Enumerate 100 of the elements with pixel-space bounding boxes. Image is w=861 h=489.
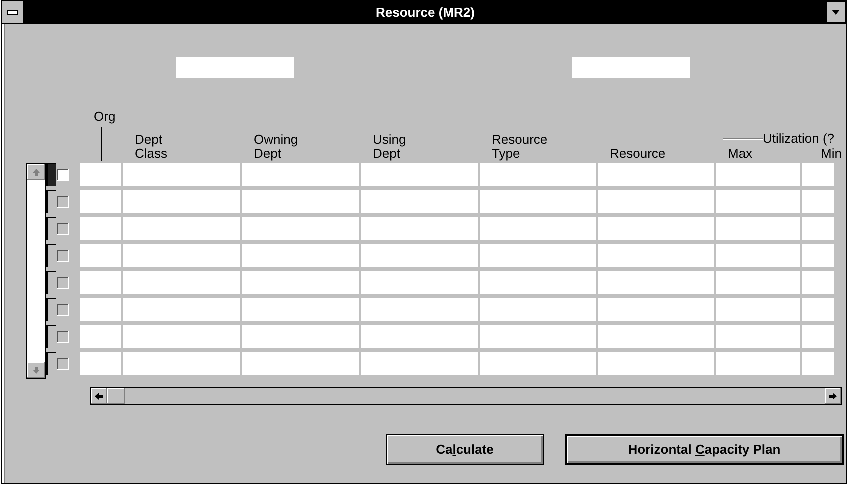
checkbox[interactable] <box>57 304 69 316</box>
table-cell[interactable] <box>361 217 478 240</box>
table-cell[interactable] <box>802 271 834 294</box>
scroll-down-button[interactable] <box>27 362 45 378</box>
table-cell[interactable] <box>123 190 240 213</box>
table-cell[interactable] <box>123 325 240 348</box>
table-cell[interactable] <box>598 298 714 321</box>
table-cell[interactable] <box>802 325 834 348</box>
table-cell[interactable] <box>123 298 240 321</box>
checkbox[interactable] <box>57 222 69 234</box>
table-cell[interactable] <box>80 352 121 375</box>
table-cell[interactable] <box>361 271 478 294</box>
table-cell[interactable] <box>716 190 800 213</box>
column-heading: Class <box>135 146 168 161</box>
window-title: Resource (MR2) <box>375 4 476 20</box>
table-cell[interactable] <box>598 190 714 213</box>
table-cell[interactable] <box>123 244 240 267</box>
table-cell[interactable] <box>598 325 714 348</box>
column-heading: Resource <box>610 146 666 161</box>
table-cell[interactable] <box>242 217 359 240</box>
scroll-thumb[interactable] <box>107 388 125 404</box>
table-cell[interactable] <box>480 271 596 294</box>
table-cell[interactable] <box>123 217 240 240</box>
table-cell[interactable] <box>802 217 834 240</box>
checkbox[interactable] <box>57 276 69 288</box>
horizontal-scrollbar[interactable] <box>90 387 842 405</box>
column-heading: Min <box>821 146 842 161</box>
table-cell[interactable] <box>80 325 121 348</box>
table-cell[interactable] <box>598 163 714 186</box>
column-heading: Org <box>94 109 116 124</box>
table-cell[interactable] <box>361 244 478 267</box>
table-cell[interactable] <box>598 271 714 294</box>
table-cell[interactable] <box>242 190 359 213</box>
checkbox[interactable] <box>57 168 69 180</box>
table-cell[interactable] <box>802 352 834 375</box>
column-heading: Type <box>492 146 520 161</box>
table-cell[interactable] <box>480 190 596 213</box>
table-cell[interactable] <box>480 217 596 240</box>
vertical-scrollbar[interactable] <box>26 163 46 379</box>
table-cell[interactable] <box>361 190 478 213</box>
table-cell[interactable] <box>80 163 121 186</box>
table-cell[interactable] <box>716 163 800 186</box>
action-button[interactable]: Horizontal Capacity Plan <box>565 434 844 465</box>
action-button[interactable]: Calculate <box>386 434 544 465</box>
table-cell[interactable] <box>802 298 834 321</box>
table-cell[interactable] <box>242 298 359 321</box>
table-cell[interactable] <box>123 163 240 186</box>
scroll-left-button[interactable] <box>91 388 107 404</box>
table-cell[interactable] <box>242 352 359 375</box>
input-field[interactable] <box>572 57 690 78</box>
table-cell[interactable] <box>361 298 478 321</box>
table-cell[interactable] <box>361 325 478 348</box>
window-menu-button[interactable] <box>827 2 845 22</box>
table-cell[interactable] <box>598 217 714 240</box>
table-cell[interactable] <box>480 298 596 321</box>
table-cell[interactable] <box>480 325 596 348</box>
table-cell[interactable] <box>80 244 121 267</box>
column-heading: Using <box>373 132 406 147</box>
left-arrow-icon <box>95 392 103 400</box>
table-cell[interactable] <box>716 217 800 240</box>
table-cell[interactable] <box>480 352 596 375</box>
column-heading: Owning <box>254 132 298 147</box>
table-cell[interactable] <box>361 352 478 375</box>
caret-icon <box>832 10 840 14</box>
table-cell[interactable] <box>361 163 478 186</box>
scroll-up-button[interactable] <box>27 164 45 180</box>
scroll-right-button[interactable] <box>825 388 841 404</box>
table-cell[interactable] <box>480 244 596 267</box>
table-cell[interactable] <box>716 244 800 267</box>
checkbox[interactable] <box>57 196 69 208</box>
table-cell[interactable] <box>80 298 121 321</box>
table-cell[interactable] <box>80 190 121 213</box>
table-cell[interactable] <box>598 352 714 375</box>
table-cell[interactable] <box>242 325 359 348</box>
system-menu-button[interactable] <box>2 1 24 23</box>
table-cell[interactable] <box>242 244 359 267</box>
down-arrow-icon <box>32 366 40 374</box>
table-cell[interactable] <box>716 271 800 294</box>
table-cell[interactable] <box>242 163 359 186</box>
table-cell[interactable] <box>123 271 240 294</box>
table-cell[interactable] <box>123 352 240 375</box>
table-cell[interactable] <box>802 163 834 186</box>
input-field[interactable] <box>176 57 294 78</box>
group-heading: Utilization (? <box>723 131 835 146</box>
table-cell[interactable] <box>802 244 834 267</box>
checkbox[interactable] <box>57 330 69 342</box>
column-heading: Dept <box>373 146 400 161</box>
table-cell[interactable] <box>802 190 834 213</box>
checkbox[interactable] <box>57 250 69 262</box>
table-cell[interactable] <box>716 298 800 321</box>
table-cell[interactable] <box>598 244 714 267</box>
table-cell[interactable] <box>716 325 800 348</box>
table-cell[interactable] <box>716 352 800 375</box>
up-arrow-icon <box>32 168 40 176</box>
table-cell[interactable] <box>80 217 121 240</box>
column-heading: Dept <box>254 146 282 161</box>
table-cell[interactable] <box>480 163 596 186</box>
table-cell[interactable] <box>242 271 359 294</box>
table-cell[interactable] <box>80 271 121 294</box>
checkbox[interactable] <box>57 358 69 370</box>
